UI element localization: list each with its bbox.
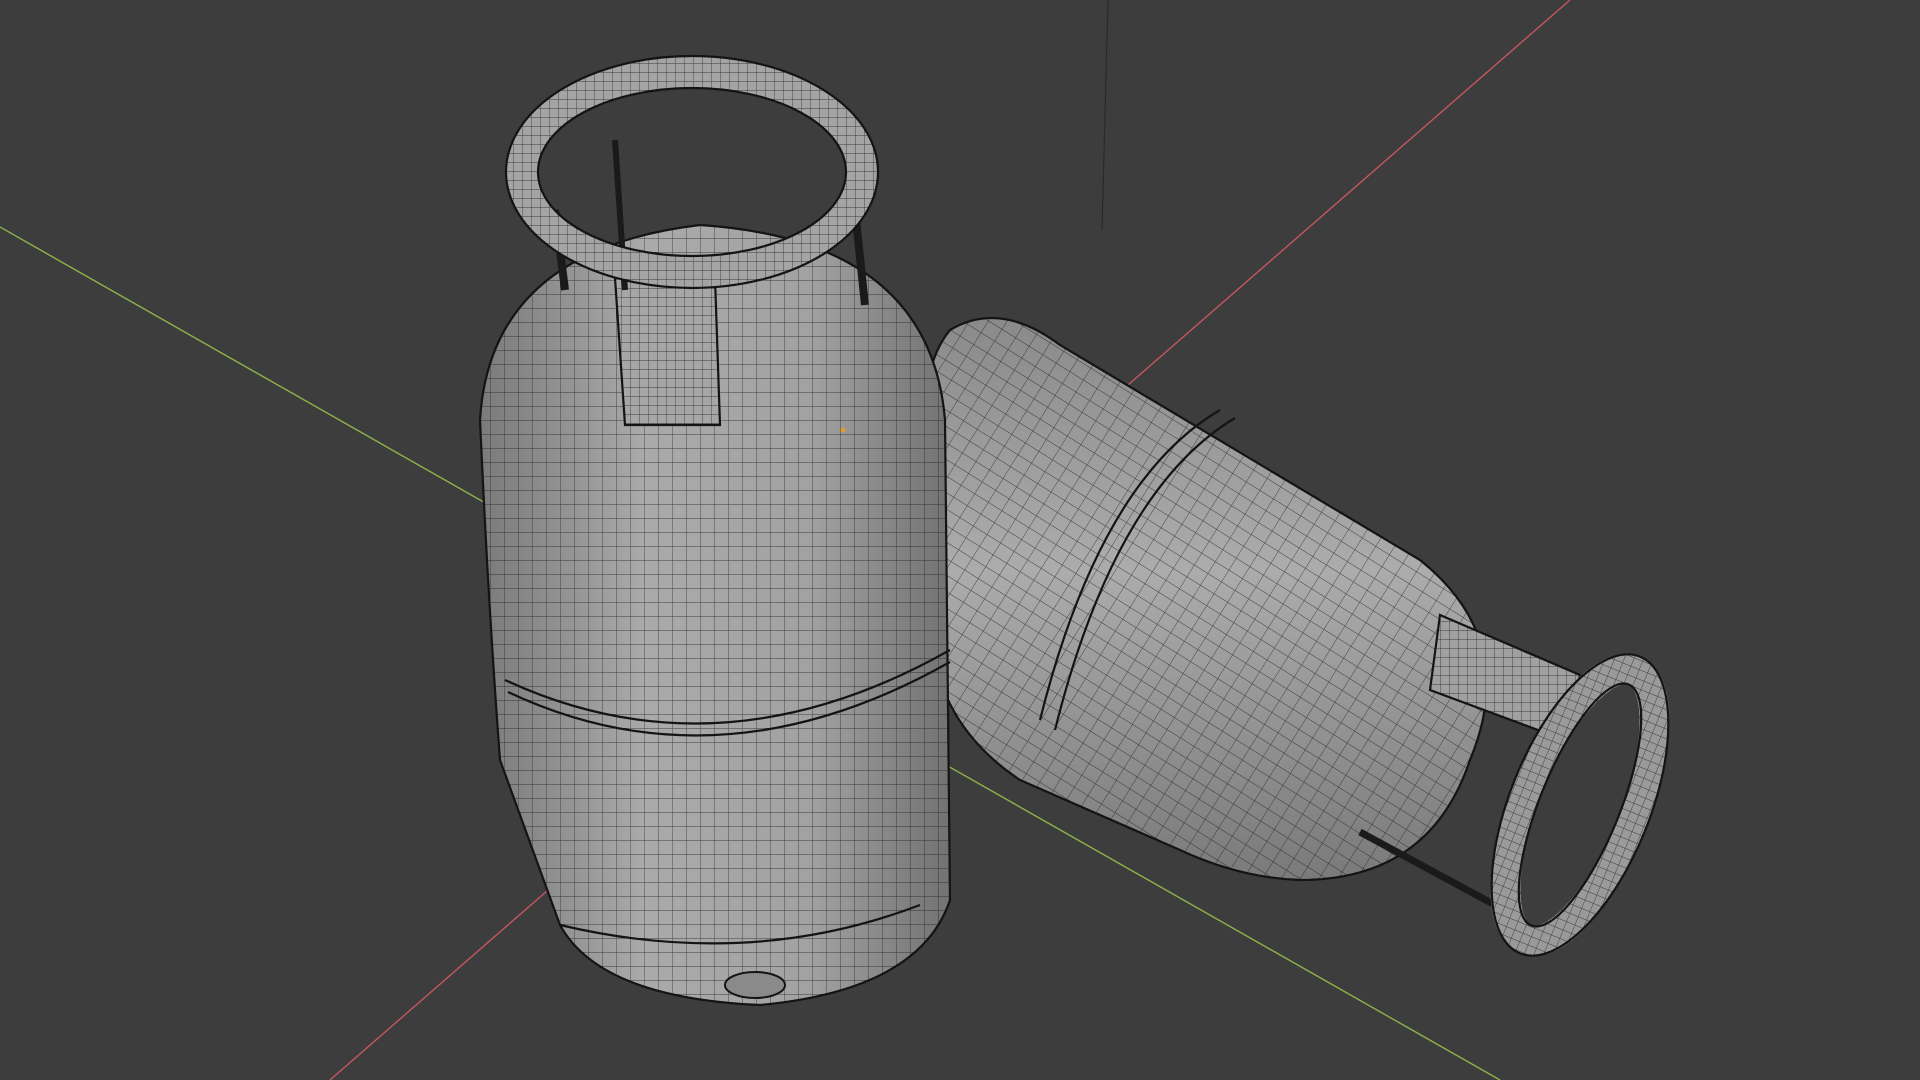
gas-cylinder-lying[interactable] (923, 316, 1705, 980)
3d-viewport[interactable] (0, 0, 1920, 1080)
object-origin-marker (840, 427, 846, 433)
base-hole (724, 971, 786, 999)
cylinder-body-lying[interactable] (923, 316, 1488, 882)
z-axis-line (1101, 0, 1109, 231)
viewport-canvas[interactable] (0, 0, 1920, 1080)
gas-cylinder-upright[interactable] (478, 54, 952, 1007)
